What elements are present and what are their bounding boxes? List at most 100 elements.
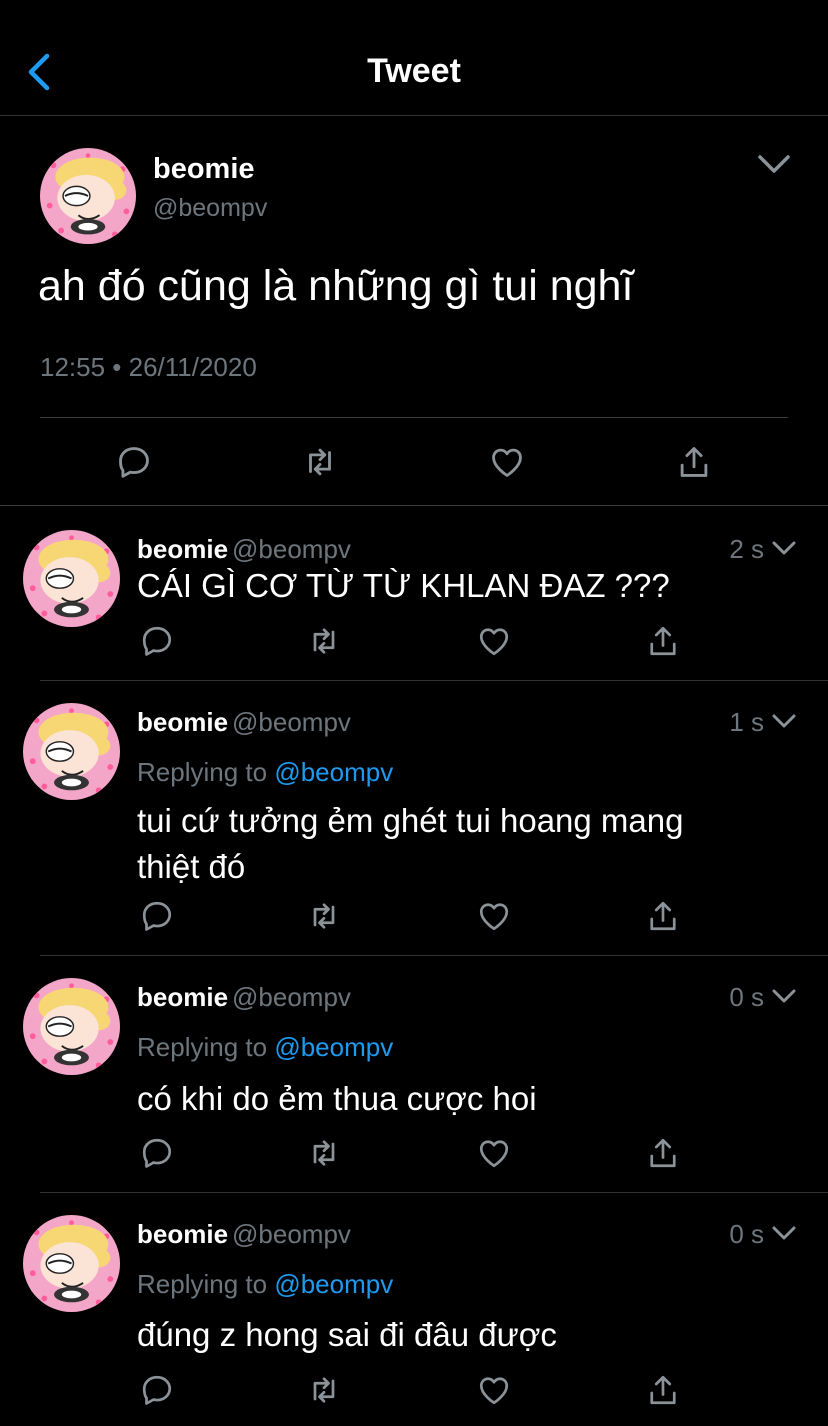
reply-header: beomie @beompv [137, 1219, 351, 1250]
retweet-icon [313, 1140, 335, 1166]
reply-time: 2 s [729, 534, 764, 564]
chevron-down-icon [772, 989, 796, 1003]
chevron-down-icon [772, 541, 796, 555]
share-icon [650, 1375, 676, 1405]
mention-link[interactable]: @beompv [274, 757, 393, 787]
author-name[interactable]: beomie [137, 707, 228, 737]
share-button[interactable] [670, 438, 718, 486]
reply-time: 1 s [729, 707, 764, 737]
tweet-menu-button[interactable] [754, 148, 794, 180]
tweet-actions [0, 1131, 828, 1175]
retweet-icon [313, 628, 335, 654]
like-button[interactable] [472, 1131, 516, 1175]
reply-header: beomie @beompv [137, 982, 351, 1013]
heart-icon [479, 1377, 509, 1405]
retweet-button[interactable] [302, 1368, 346, 1412]
reply-button[interactable] [110, 438, 158, 486]
retweet-icon [313, 1377, 335, 1403]
author-name[interactable]: beomie [153, 153, 255, 186]
retweet-button[interactable] [296, 438, 344, 486]
like-button[interactable] [472, 619, 516, 663]
retweet-icon [313, 903, 335, 929]
reply-icon [142, 1138, 172, 1168]
like-button[interactable] [472, 894, 516, 938]
page-title: Tweet [367, 52, 461, 90]
reply-time: 0 s [729, 982, 764, 1012]
reply-header: beomie @beompv [137, 534, 351, 565]
author-handle[interactable]: @beompv [232, 1219, 351, 1249]
reply-tweet[interactable]: beomie @beompv 0 s Replying to @beompv có… [0, 956, 828, 1192]
tweet-menu-button[interactable] [768, 534, 800, 562]
replying-to: Replying to @beompv [137, 1032, 393, 1063]
like-button[interactable] [483, 438, 531, 486]
replying-to-label: Replying to [137, 1269, 268, 1299]
reply-header: beomie @beompv [137, 707, 351, 738]
tweet-menu-button[interactable] [768, 707, 800, 735]
mention-link[interactable]: @beompv [274, 1269, 393, 1299]
author-name[interactable]: beomie [137, 1219, 228, 1249]
main-tweet-actions [0, 438, 828, 486]
tweet-actions [0, 1368, 828, 1412]
reply-button[interactable] [135, 1131, 179, 1175]
share-icon [650, 901, 676, 931]
tweet-text: ah đó cũng là những gì tui nghĩ [38, 262, 634, 310]
tweet-detail-screen: Tweet beomie @beompv ah đó cũng là những… [0, 0, 828, 1426]
share-icon [680, 447, 708, 477]
mention-link[interactable]: @beompv [274, 1032, 393, 1062]
reply-icon [142, 626, 172, 656]
avatar[interactable] [23, 1215, 120, 1312]
retweet-button[interactable] [302, 894, 346, 938]
heart-icon [479, 1140, 509, 1168]
reply-button[interactable] [135, 1368, 179, 1412]
reply-time: 0 s [729, 1219, 764, 1249]
author-name[interactable]: beomie [137, 982, 228, 1012]
tweet-actions [0, 894, 828, 938]
replying-to-label: Replying to [137, 757, 268, 787]
author-handle[interactable]: @beompv [232, 534, 351, 564]
replying-to: Replying to @beompv [137, 1269, 393, 1300]
share-icon [650, 1138, 676, 1168]
divider [40, 417, 788, 418]
tweet-menu-button[interactable] [768, 982, 800, 1010]
author-name[interactable]: beomie [137, 534, 228, 564]
tweet-menu-button[interactable] [768, 1219, 800, 1247]
tweet-actions [0, 619, 828, 663]
replying-to-label: Replying to [137, 1032, 268, 1062]
chevron-down-icon [772, 714, 796, 728]
avatar[interactable] [23, 703, 120, 800]
heart-icon [479, 903, 509, 931]
author-handle[interactable]: @beompv [232, 982, 351, 1012]
reply-icon [142, 901, 172, 931]
chevron-down-icon [758, 155, 790, 173]
tweet-text: đúng z hong sai đi đâu được [137, 1316, 557, 1353]
top-bar: Tweet [0, 0, 828, 116]
retweet-button[interactable] [302, 619, 346, 663]
reply-tweet[interactable]: beomie @beompv 0 s Replying to @beompv đú… [0, 1193, 828, 1426]
author-handle[interactable]: @beompv [153, 194, 267, 223]
replying-to: Replying to @beompv [137, 757, 393, 788]
retweet-button[interactable] [302, 1131, 346, 1175]
avatar[interactable] [23, 530, 120, 627]
reply-button[interactable] [135, 619, 179, 663]
reply-tweet[interactable]: beomie @beompv 2 s CÁI GÌ CƠ TỪ TỪ KHLAN … [0, 506, 828, 680]
reply-icon [119, 447, 149, 478]
tweet-timestamp[interactable]: 12:55 • 26/11/2020 [40, 352, 257, 383]
tweet-text: tui cứ tưởng ẻm ghét tui hoang mang thiệ… [137, 802, 684, 885]
reply-icon [142, 1375, 172, 1405]
chevron-down-icon [772, 1226, 796, 1240]
share-button[interactable] [641, 894, 685, 938]
author-handle[interactable]: @beompv [232, 707, 351, 737]
share-button[interactable] [641, 1368, 685, 1412]
retweet-icon [309, 448, 331, 476]
share-button[interactable] [641, 619, 685, 663]
reply-tweet[interactable]: beomie @beompv 1 s Replying to @beompv tu… [0, 681, 828, 955]
avatar[interactable] [40, 148, 136, 244]
heart-icon [479, 628, 509, 656]
like-button[interactable] [472, 1368, 516, 1412]
share-icon [650, 626, 676, 656]
reply-button[interactable] [135, 894, 179, 938]
heart-icon [492, 448, 522, 477]
share-button[interactable] [641, 1131, 685, 1175]
avatar[interactable] [23, 978, 120, 1075]
tweet-text: có khi do ẻm thua cược hoi [137, 1080, 537, 1117]
